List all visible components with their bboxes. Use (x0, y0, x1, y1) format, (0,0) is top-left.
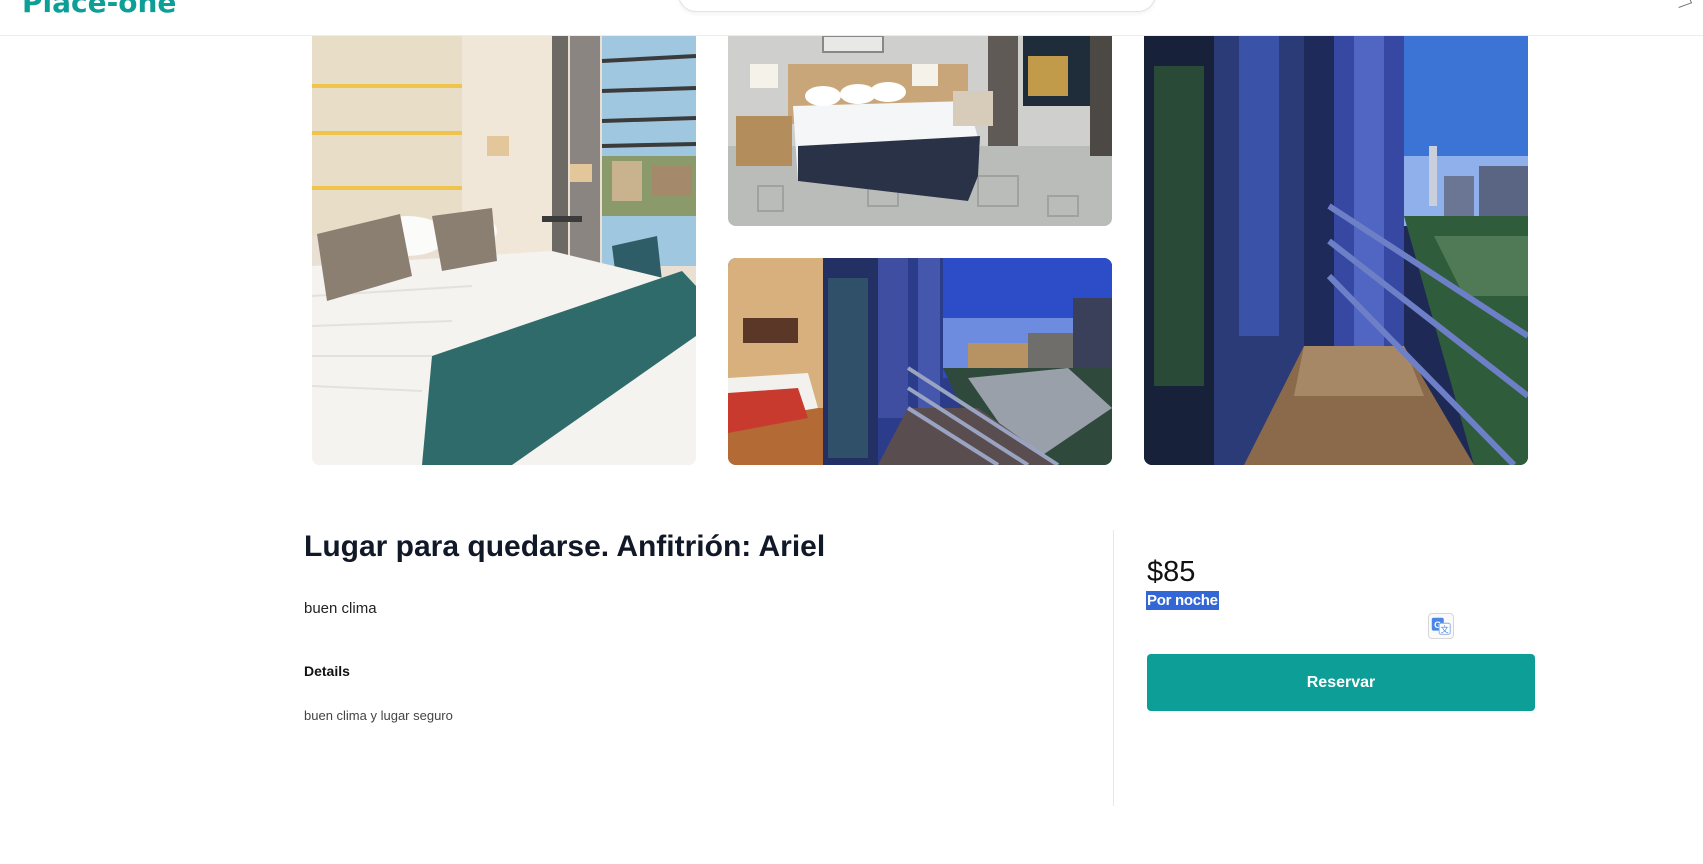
price-per-night: $85 (1147, 556, 1196, 588)
per-night-label: Por noche (1146, 591, 1219, 610)
site-logo[interactable]: Place-one (22, 0, 176, 19)
balcony-photo[interactable] (728, 258, 1112, 465)
listing-title: Lugar para quedarse. Anfitrión: Ariel (304, 530, 826, 563)
top-nav: Place-one · · · (0, 0, 1703, 36)
svg-text:文: 文 (1441, 624, 1450, 634)
translate-icon[interactable]: G 文 (1428, 613, 1454, 639)
listing-summary: buen clima (304, 600, 377, 617)
search-bar[interactable]: · · · (678, 0, 1156, 12)
details-heading: Details (304, 663, 350, 679)
details-text: buen clima y lugar seguro (304, 708, 453, 723)
reserve-button[interactable]: Reservar (1147, 654, 1535, 711)
main-bedroom-photo[interactable] (312, 36, 696, 465)
room-photo[interactable] (728, 36, 1112, 226)
section-divider (1113, 530, 1114, 806)
terrace-photo[interactable] (1144, 36, 1528, 465)
chevron-down-icon[interactable] (1674, 0, 1692, 8)
